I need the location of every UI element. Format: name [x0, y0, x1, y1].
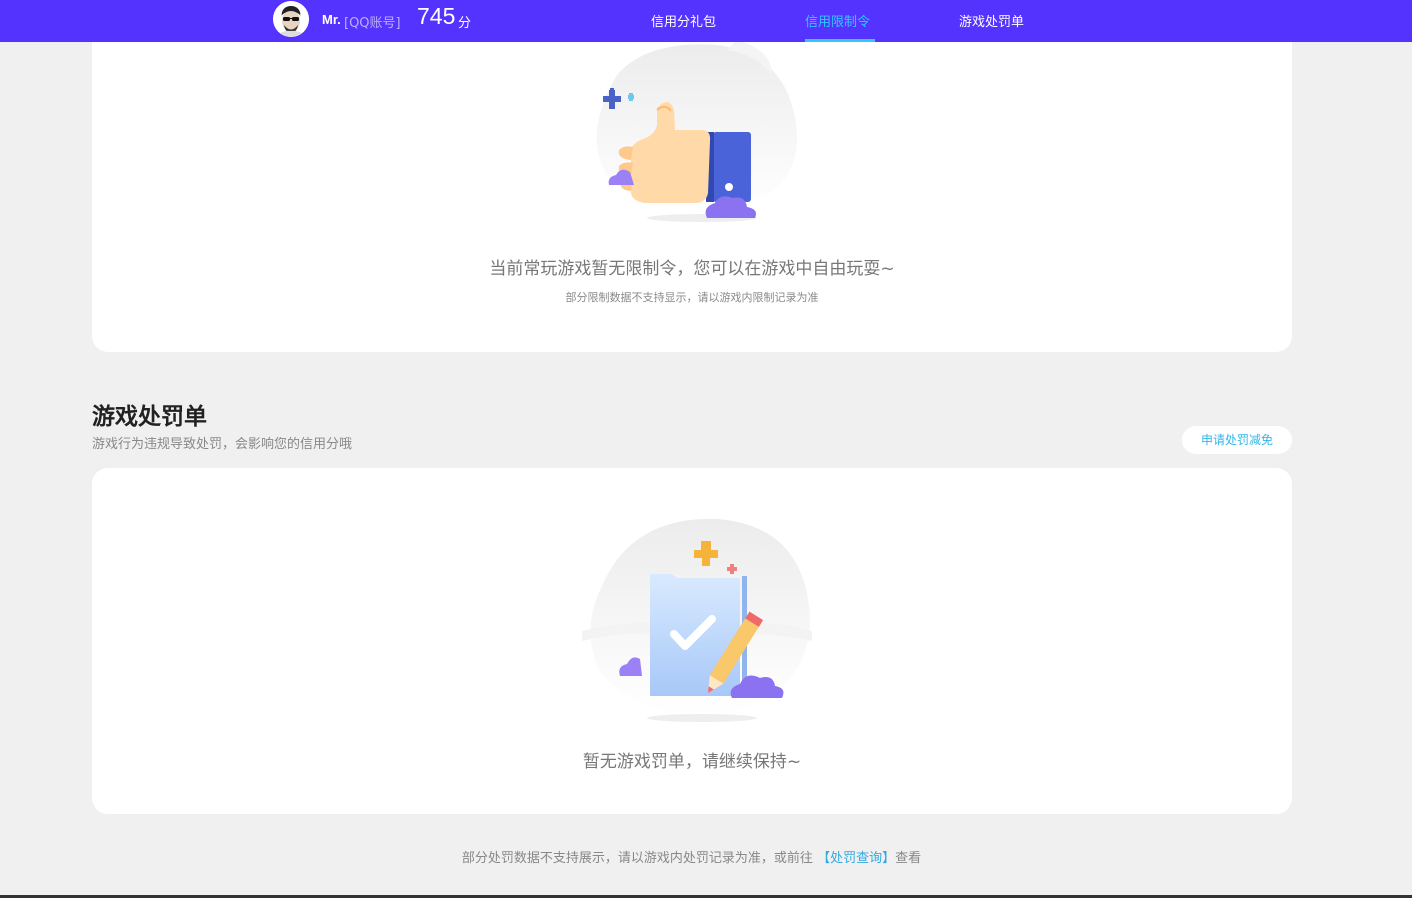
- section-desc-penalty: 游戏行为违规导致处罚，会影响您的信用分哦: [92, 437, 353, 452]
- restriction-card: 当前常玩游戏暂无限制令，您可以在游戏中自由玩耍~ 部分限制数据不支持显示，请以游…: [92, 0, 1292, 352]
- credit-score: 745: [417, 3, 456, 29]
- tab-credit-gift[interactable]: 信用分礼包: [651, 11, 716, 30]
- credit-score-unit: 分: [458, 16, 472, 31]
- footer-note-suffix: 查看: [895, 851, 922, 866]
- restriction-empty-message: 当前常玩游戏暂无限制令，您可以在游戏中自由玩耍~: [489, 259, 895, 279]
- penalty-query-link[interactable]: 【处罚查询】: [817, 851, 895, 866]
- section-title-penalty: 游戏处罚单: [92, 404, 207, 430]
- penalty-card: 暂无游戏罚单，请继续保持~: [92, 468, 1292, 814]
- footer-note-text: 部分处罚数据不支持展示，请以游戏内处罚记录为准，或前往: [461, 851, 813, 866]
- thumbs-up-icon: [596, 40, 798, 222]
- user-avatar[interactable]: [273, 1, 309, 37]
- top-nav-bar: Mr. [QQ账号] 745 分 信用分礼包 信用限制令 游戏处罚单: [0, 0, 1412, 42]
- user-name: Mr.: [322, 12, 341, 27]
- penalty-empty-message: 暂无游戏罚单，请继续保持~: [582, 752, 802, 772]
- footer-note: 部分处罚数据不支持展示，请以游戏内处罚记录为准，或前往 【处罚查询】查看: [0, 847, 1383, 866]
- active-tab-indicator: [805, 39, 875, 42]
- restriction-empty-note: 部分限制数据不支持显示，请以游戏内限制记录为准: [565, 291, 819, 304]
- avatar-image: [273, 1, 309, 37]
- user-account-label: [QQ账号]: [344, 16, 401, 31]
- tab-credit-restriction[interactable]: 信用限制令: [805, 11, 870, 30]
- tab-game-penalty[interactable]: 游戏处罚单: [959, 11, 1024, 30]
- apply-penalty-reduction-button[interactable]: 申请处罚减免: [1182, 426, 1292, 454]
- checklist-pencil-icon: [582, 518, 812, 722]
